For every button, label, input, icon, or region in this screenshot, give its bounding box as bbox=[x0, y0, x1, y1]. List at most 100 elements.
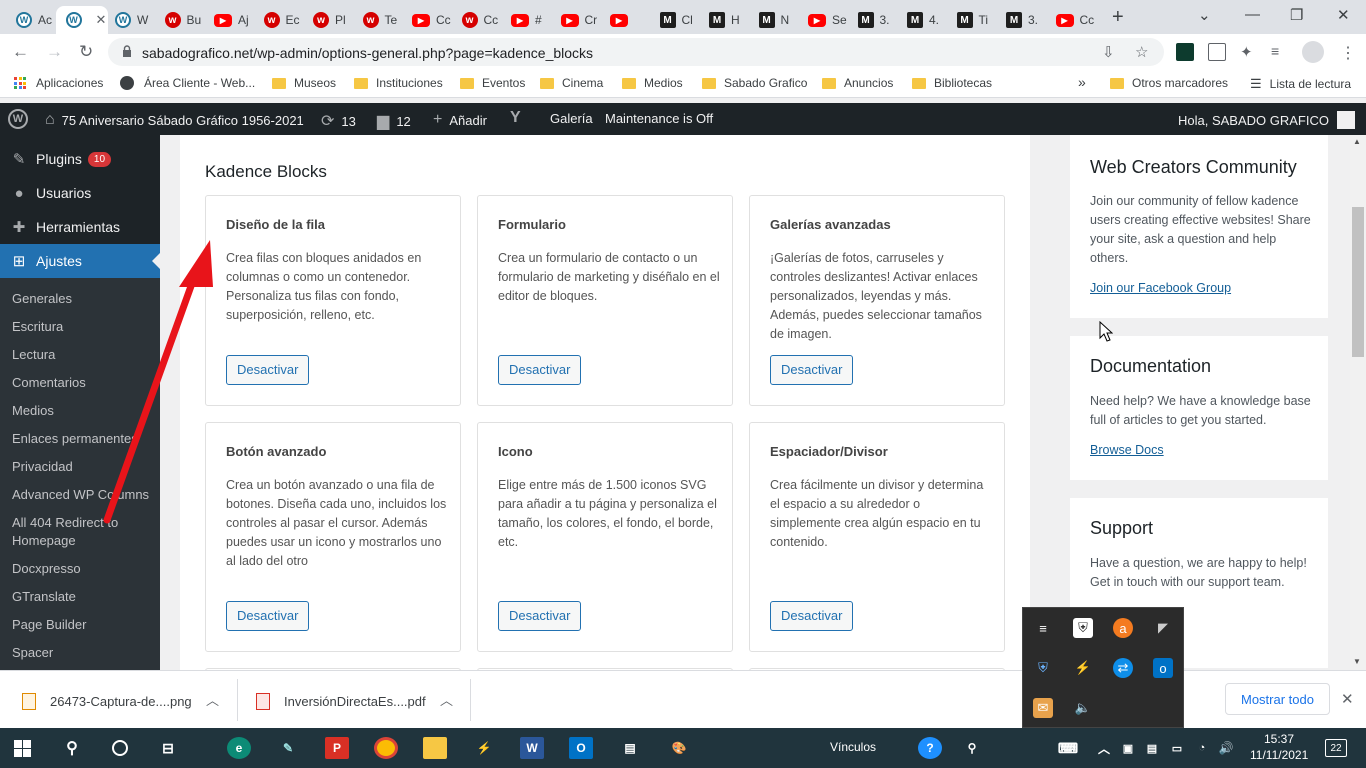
people-icon[interactable]: ⚲ bbox=[960, 737, 984, 759]
bookmark-folder[interactable]: Medios bbox=[622, 76, 683, 90]
deactivate-button[interactable]: Desactivar bbox=[770, 601, 854, 631]
bookmark-folder[interactable]: Instituciones bbox=[354, 76, 443, 90]
tray-outlook-icon[interactable]: o bbox=[1153, 658, 1173, 678]
admin-bar-site-name[interactable]: ⌂ 75 Aniversario Sábado Gráfico 1956-2021 bbox=[45, 111, 304, 129]
reading-list[interactable]: ☰ Lista de lectura bbox=[1250, 76, 1351, 92]
tray-generic-icon[interactable]: ◤ bbox=[1153, 618, 1173, 638]
taskbar-edge-icon[interactable]: e bbox=[227, 737, 251, 759]
windows-start-icon[interactable] bbox=[14, 740, 31, 757]
taskbar-scanner-icon[interactable]: ▤ bbox=[618, 737, 642, 759]
browser-tab[interactable]: W Ac bbox=[6, 6, 56, 34]
browser-tab[interactable]: ▶ Cc bbox=[402, 6, 452, 34]
browser-tab[interactable]: M Cl bbox=[650, 6, 700, 34]
admin-bar-account[interactable]: Hola, SABADO GRAFICO bbox=[1178, 111, 1355, 129]
clock-date[interactable]: 11/11/2021 bbox=[1250, 748, 1308, 762]
browser-tab[interactable]: M 3. bbox=[996, 6, 1046, 34]
download-item[interactable]: 26473-Captura-de....png bbox=[22, 693, 192, 710]
facebook-group-link[interactable]: Join our Facebook Group bbox=[1090, 281, 1231, 295]
other-bookmarks[interactable]: Otros marcadores bbox=[1110, 76, 1228, 90]
taskbar-chrome-icon[interactable] bbox=[374, 737, 398, 759]
restore-button[interactable]: ❐ bbox=[1290, 6, 1303, 24]
bookmark-star-icon[interactable]: ☆ bbox=[1135, 43, 1148, 61]
task-view-icon[interactable]: ⊟ bbox=[156, 737, 180, 759]
tray-avast-icon[interactable]: a bbox=[1113, 618, 1133, 638]
submenu-item[interactable]: Spacer bbox=[12, 644, 152, 662]
admin-bar-maintenance[interactable]: Maintenance is Off bbox=[605, 111, 713, 126]
deactivate-button[interactable]: Desactivar bbox=[226, 355, 310, 385]
scroll-up-arrow-icon[interactable]: ▲ bbox=[1353, 137, 1361, 146]
submenu-item[interactable]: Docxpresso bbox=[12, 560, 152, 578]
clock-time[interactable]: 15:37 bbox=[1264, 732, 1294, 746]
taskbar-word-icon[interactable]: W bbox=[520, 737, 544, 759]
bookmark-folder[interactable]: Cinema bbox=[540, 76, 603, 90]
bookmark-folder[interactable]: Eventos bbox=[460, 76, 525, 90]
address-bar[interactable]: sabadografico.net/wp-admin/options-gener… bbox=[108, 38, 1164, 66]
profile-avatar-icon[interactable] bbox=[1302, 41, 1324, 63]
close-window-button[interactable]: ✕ bbox=[1337, 6, 1350, 24]
wordpress-logo-icon[interactable]: W bbox=[8, 109, 28, 129]
bookmark-cliente[interactable]: Área Cliente - Web... bbox=[120, 76, 255, 90]
sidebar-item-plugins[interactable]: ✎ Plugins 10 bbox=[0, 142, 160, 176]
tray-flash-icon[interactable]: ⚡ bbox=[1073, 658, 1093, 678]
scrollbar-thumb[interactable] bbox=[1352, 207, 1364, 357]
deactivate-button[interactable]: Desactivar bbox=[770, 355, 854, 385]
cortana-icon[interactable] bbox=[108, 737, 132, 759]
tray-mail-icon[interactable]: ✉ bbox=[1033, 698, 1053, 718]
notifications-icon[interactable]: 22 bbox=[1325, 739, 1347, 757]
taskbar-outlook-icon[interactable]: O bbox=[569, 737, 593, 759]
taskbar-app2-icon[interactable]: ⚡ bbox=[472, 737, 496, 759]
browser-tab[interactable]: w Ec bbox=[254, 6, 304, 34]
tray-network-icon[interactable]: ▭ bbox=[1165, 737, 1189, 759]
browser-tab[interactable]: ▶ Cr bbox=[551, 6, 601, 34]
admin-bar-new[interactable]: + Añadir bbox=[433, 111, 487, 129]
new-tab-button[interactable]: + bbox=[1112, 6, 1124, 29]
extension-green-icon[interactable] bbox=[1176, 43, 1194, 61]
admin-bar-updates[interactable]: ⟳ 13 bbox=[321, 111, 356, 131]
deactivate-button[interactable]: Desactivar bbox=[498, 601, 582, 631]
apps-shortcut[interactable]: Aplicaciones bbox=[14, 76, 103, 90]
browser-tab[interactable]: ▶ Cc bbox=[1046, 6, 1096, 34]
taskbar-explorer-icon[interactable] bbox=[423, 737, 447, 759]
submenu-item[interactable]: GTranslate bbox=[12, 588, 152, 606]
browser-tab[interactable]: M 3. bbox=[848, 6, 898, 34]
scroll-down-arrow-icon[interactable]: ▼ bbox=[1353, 657, 1361, 666]
search-icon[interactable]: ⚲ bbox=[60, 737, 84, 759]
install-app-icon[interactable]: ⇩ bbox=[1102, 43, 1115, 61]
chrome-menu-icon[interactable]: ⋮ bbox=[1340, 43, 1358, 62]
bookmark-folder[interactable]: Anuncios bbox=[822, 76, 893, 90]
extensions-puzzle-icon[interactable]: ✦ bbox=[1240, 43, 1258, 61]
tray-security-icon[interactable]: ⛨ bbox=[1073, 618, 1093, 638]
show-all-downloads-button[interactable]: Mostrar todo bbox=[1225, 683, 1330, 715]
links-toolbar[interactable]: Vínculos bbox=[830, 740, 876, 754]
tray-media-icon[interactable]: ≡ bbox=[1033, 618, 1053, 638]
bookmark-folder[interactable]: Bibliotecas bbox=[912, 76, 992, 90]
browser-tab[interactable]: w Cc bbox=[452, 6, 502, 34]
browser-tab[interactable]: w Te bbox=[353, 6, 403, 34]
browser-tab[interactable]: w Pl bbox=[303, 6, 353, 34]
close-downloads-icon[interactable]: ✕ bbox=[1341, 690, 1354, 708]
speaker-icon[interactable]: 🔊 bbox=[1214, 737, 1238, 759]
yoast-icon[interactable]: Y bbox=[510, 109, 521, 127]
minimize-button[interactable]: — bbox=[1245, 6, 1260, 23]
download-icon[interactable] bbox=[1208, 43, 1226, 61]
browser-tab[interactable]: w Bu bbox=[155, 6, 205, 34]
taskbar-pdf-icon[interactable]: P bbox=[325, 737, 349, 759]
browser-tab[interactable]: ▶ Aj bbox=[204, 6, 254, 34]
tray-volume-icon[interactable]: 🔈 bbox=[1073, 698, 1093, 718]
browser-tab[interactable]: M Ti bbox=[947, 6, 997, 34]
tray-teamviewer-icon[interactable]: ⇄ bbox=[1113, 658, 1133, 678]
forward-icon[interactable]: → bbox=[46, 42, 63, 62]
media-control-icon[interactable]: ≡ bbox=[1271, 43, 1289, 61]
browser-tab[interactable]: ▶ # bbox=[501, 6, 551, 34]
browse-docs-link[interactable]: Browse Docs bbox=[1090, 443, 1164, 457]
chevron-up-icon[interactable]: ︿ bbox=[206, 690, 219, 709]
bookmark-folder[interactable]: Museos bbox=[272, 76, 336, 90]
bookmark-folder[interactable]: Sabado Grafico bbox=[702, 76, 807, 90]
admin-bar-comments[interactable]: ▆ 12 bbox=[377, 111, 411, 131]
deactivate-button[interactable]: Desactivar bbox=[226, 601, 310, 631]
submenu-item[interactable]: Page Builder bbox=[12, 616, 152, 634]
reload-icon[interactable]: ↻ bbox=[79, 42, 93, 62]
show-hidden-icons-button[interactable]: ︿ bbox=[1092, 737, 1116, 759]
browser-tab[interactable]: WW bbox=[105, 6, 155, 34]
tray-display-icon[interactable]: ▤ bbox=[1140, 737, 1164, 759]
